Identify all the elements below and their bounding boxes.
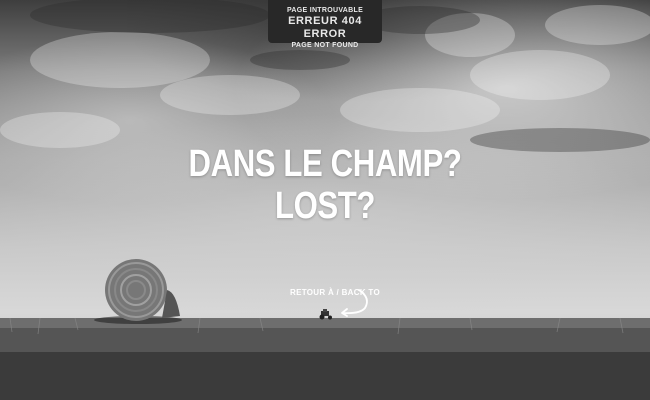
error-code: ERREUR 404 ERROR bbox=[288, 15, 362, 40]
headline-line-2: LOST? bbox=[274, 185, 376, 227]
error-banner: PAGE INTROUVABLE ERREUR 404 ERROR PAGE N… bbox=[268, 0, 382, 49]
grass-field-image bbox=[0, 317, 650, 400]
page-background: PAGE INTROUVABLE ERREUR 404 ERROR PAGE N… bbox=[0, 0, 650, 400]
curved-arrow-icon bbox=[341, 289, 368, 317]
headline-line-1: DANS LE CHAMP? bbox=[188, 143, 462, 185]
hay-bale-image bbox=[94, 259, 182, 324]
error-title-en: PAGE NOT FOUND bbox=[291, 42, 359, 49]
tractor-icon bbox=[319, 309, 332, 320]
error-title-fr: PAGE INTROUVABLE bbox=[286, 7, 364, 14]
